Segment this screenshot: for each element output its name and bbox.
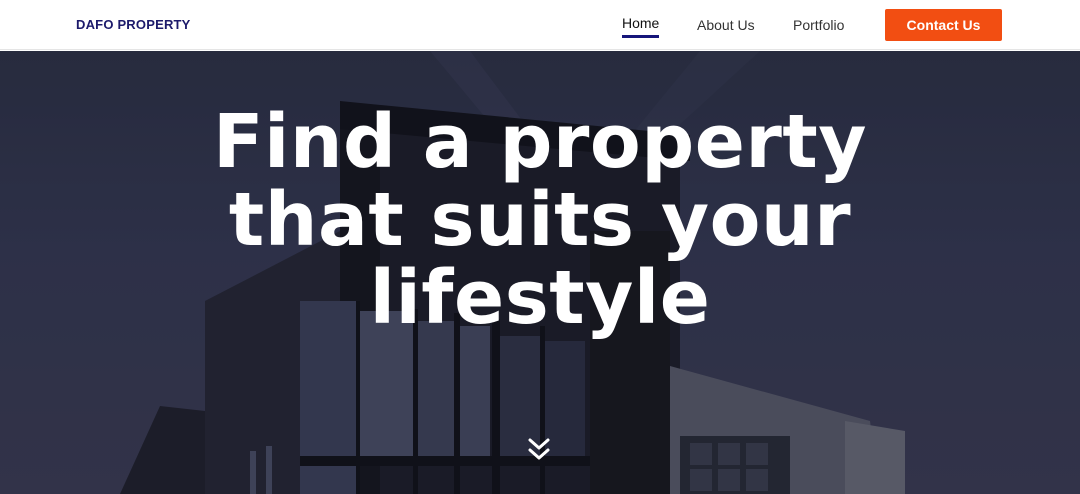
- contact-us-button[interactable]: Contact Us: [885, 9, 1002, 41]
- scroll-down-icon[interactable]: [526, 437, 552, 463]
- nav-link-about-us[interactable]: About Us: [697, 17, 755, 33]
- navbar: DAFO PROPERTY Home About Us Portfolio Co…: [0, 0, 1080, 50]
- hero-title: Find a property that suits your lifestyl…: [212, 99, 868, 341]
- hero-section: Find a property that suits your lifestyl…: [0, 51, 1080, 494]
- brand-logo[interactable]: DAFO PROPERTY: [76, 17, 191, 32]
- nav-link-portfolio[interactable]: Portfolio: [793, 17, 844, 33]
- nav-link-home[interactable]: Home: [622, 15, 660, 38]
